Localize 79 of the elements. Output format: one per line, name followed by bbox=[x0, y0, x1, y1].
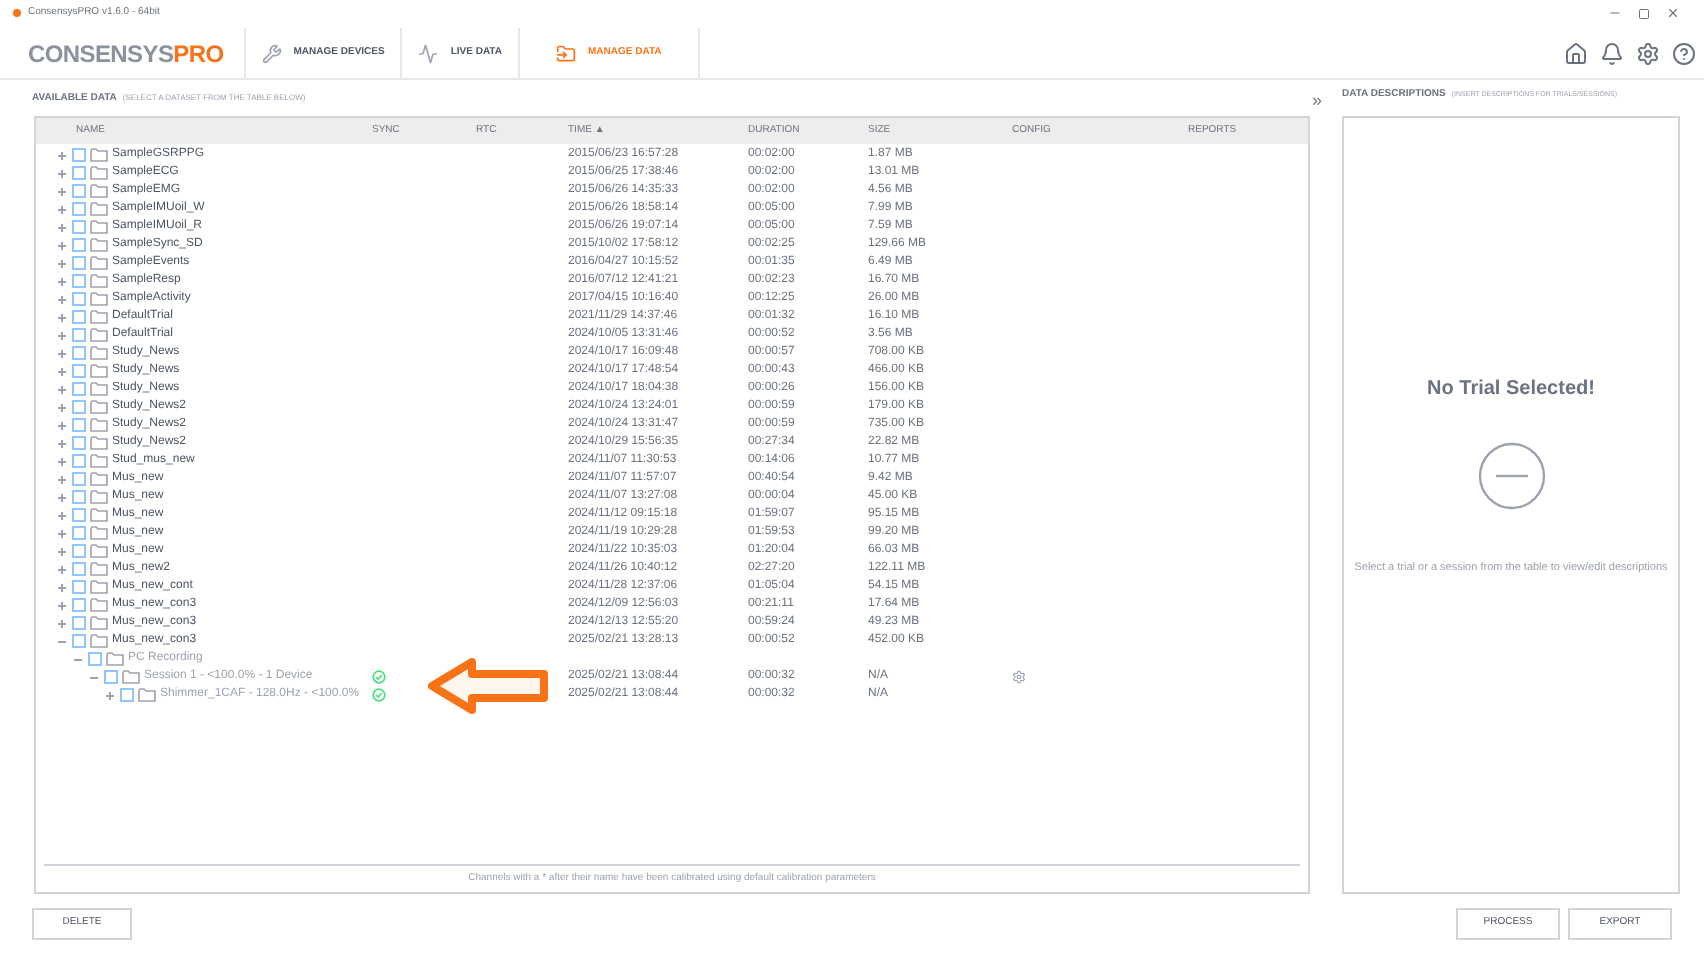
expand-icon[interactable] bbox=[56, 617, 68, 629]
expand-icon[interactable] bbox=[56, 347, 68, 359]
row-checkbox[interactable] bbox=[72, 346, 86, 360]
row-checkbox[interactable] bbox=[72, 454, 86, 468]
row-checkbox[interactable] bbox=[72, 490, 86, 504]
folder-arrow-icon bbox=[555, 43, 576, 63]
expand-icon[interactable] bbox=[56, 257, 68, 269]
expand-icon[interactable] bbox=[56, 491, 68, 503]
row-checkbox[interactable] bbox=[72, 310, 86, 324]
maximize-icon[interactable] bbox=[1638, 7, 1650, 19]
bell-icon[interactable] bbox=[1600, 41, 1624, 65]
collapse-icon[interactable] bbox=[56, 635, 68, 647]
expand-icon[interactable] bbox=[56, 401, 68, 413]
row-checkbox[interactable] bbox=[72, 472, 86, 486]
expand-icon[interactable] bbox=[56, 185, 68, 197]
collapse-icon[interactable] bbox=[72, 653, 84, 665]
row-checkbox[interactable] bbox=[72, 184, 86, 198]
row-checkbox[interactable] bbox=[72, 328, 86, 342]
row-checkbox[interactable] bbox=[72, 364, 86, 378]
home-icon[interactable] bbox=[1564, 41, 1588, 65]
expand-icon[interactable] bbox=[56, 509, 68, 521]
row-checkbox[interactable] bbox=[72, 238, 86, 252]
row-checkbox[interactable] bbox=[72, 274, 86, 288]
row-checkbox[interactable] bbox=[72, 292, 86, 306]
row-checkbox[interactable] bbox=[88, 652, 102, 666]
row-checkbox[interactable] bbox=[72, 256, 86, 270]
row-checkbox[interactable] bbox=[72, 508, 86, 522]
close-icon[interactable] bbox=[1666, 6, 1680, 20]
row-checkbox[interactable] bbox=[72, 436, 86, 450]
row-checkbox[interactable] bbox=[72, 166, 86, 180]
row-checkbox[interactable] bbox=[72, 418, 86, 432]
expand-icon[interactable] bbox=[56, 239, 68, 251]
expand-icon[interactable] bbox=[56, 203, 68, 215]
empty-title: No Trial Selected! bbox=[1427, 376, 1595, 404]
help-icon[interactable] bbox=[1672, 41, 1696, 65]
expand-icon[interactable] bbox=[56, 545, 68, 557]
expand-icon[interactable] bbox=[56, 149, 68, 161]
expand-icon[interactable] bbox=[56, 293, 68, 305]
row-checkbox[interactable] bbox=[72, 598, 86, 612]
minimize-icon[interactable] bbox=[1608, 6, 1622, 20]
row-checkbox[interactable] bbox=[72, 202, 86, 216]
expand-icon[interactable] bbox=[104, 689, 116, 701]
expand-icon[interactable] bbox=[56, 419, 68, 431]
app-icon bbox=[12, 8, 22, 19]
config-gear-icon[interactable] bbox=[1012, 670, 1026, 684]
expand-icon[interactable] bbox=[56, 455, 68, 467]
row-checkbox[interactable] bbox=[72, 400, 86, 414]
expand-icon[interactable] bbox=[56, 383, 68, 395]
expand-icon[interactable] bbox=[56, 275, 68, 287]
row-checkbox[interactable] bbox=[72, 544, 86, 558]
expand-icon[interactable] bbox=[56, 311, 68, 323]
row-checkbox[interactable] bbox=[72, 148, 86, 162]
expand-icon[interactable] bbox=[56, 329, 68, 341]
expand-icon[interactable] bbox=[56, 581, 68, 593]
no-entry-icon bbox=[1475, 440, 1547, 512]
expand-icon[interactable] bbox=[56, 221, 68, 233]
row-checkbox[interactable] bbox=[72, 580, 86, 594]
row-checkbox[interactable] bbox=[72, 616, 86, 630]
row-checkbox[interactable] bbox=[72, 562, 86, 576]
logo: CONSENSYSPRO bbox=[28, 37, 226, 71]
collapse-button[interactable]: » bbox=[1311, 91, 1322, 109]
row-checkbox[interactable] bbox=[72, 526, 86, 540]
wrench-icon bbox=[261, 43, 282, 63]
collapse-icon[interactable] bbox=[88, 671, 100, 683]
expand-icon[interactable] bbox=[56, 527, 68, 539]
expand-icon[interactable] bbox=[56, 437, 68, 449]
row-checkbox[interactable] bbox=[120, 688, 134, 702]
row-checkbox[interactable] bbox=[72, 634, 86, 648]
expand-icon[interactable] bbox=[56, 473, 68, 485]
expand-icon[interactable] bbox=[56, 167, 68, 179]
row-checkbox[interactable] bbox=[104, 670, 118, 684]
expand-icon[interactable] bbox=[56, 563, 68, 575]
pulse-icon bbox=[418, 43, 439, 63]
row-checkbox[interactable] bbox=[72, 382, 86, 396]
expand-icon[interactable] bbox=[56, 599, 68, 611]
row-checkbox[interactable] bbox=[72, 220, 86, 234]
pointer-arrow bbox=[428, 658, 552, 714]
settings-icon[interactable] bbox=[1636, 41, 1660, 65]
expand-icon[interactable] bbox=[56, 365, 68, 377]
